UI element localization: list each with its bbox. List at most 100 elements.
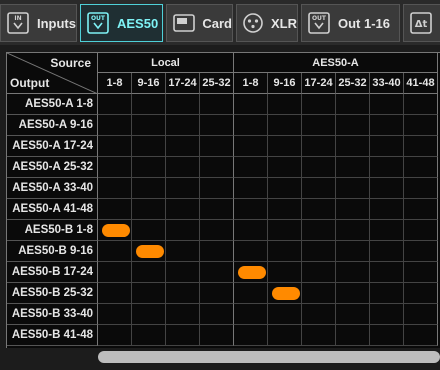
routing-cell[interactable]	[302, 115, 336, 136]
routing-cell[interactable]	[98, 220, 132, 241]
routing-cell[interactable]	[132, 325, 166, 346]
tab-card[interactable]: Card	[166, 4, 233, 42]
routing-cell[interactable]	[200, 325, 234, 346]
routing-cell[interactable]	[166, 136, 200, 157]
routing-cell[interactable]	[336, 178, 370, 199]
routing-cell[interactable]	[268, 178, 302, 199]
routing-cell[interactable]	[234, 325, 268, 346]
tab-aes50[interactable]: OUT AES50	[80, 4, 163, 42]
routing-cell[interactable]	[336, 94, 370, 115]
routing-cell[interactable]	[404, 199, 438, 220]
routing-cell[interactable]	[370, 115, 404, 136]
routing-cell[interactable]	[404, 262, 438, 283]
routing-cell[interactable]	[302, 157, 336, 178]
routing-cell[interactable]	[166, 325, 200, 346]
routing-cell[interactable]	[404, 220, 438, 241]
routing-cell[interactable]	[268, 94, 302, 115]
routing-cell[interactable]	[166, 115, 200, 136]
routing-cell[interactable]	[370, 178, 404, 199]
routing-cell[interactable]	[370, 283, 404, 304]
routing-cell[interactable]	[234, 115, 268, 136]
routing-cell[interactable]	[98, 262, 132, 283]
routing-cell[interactable]	[234, 136, 268, 157]
routing-cell[interactable]	[370, 157, 404, 178]
routing-cell[interactable]	[302, 220, 336, 241]
routing-cell[interactable]	[370, 241, 404, 262]
horizontal-scrollbar[interactable]	[96, 350, 440, 364]
routing-cell[interactable]	[302, 241, 336, 262]
routing-cell[interactable]	[404, 325, 438, 346]
routing-cell[interactable]	[268, 220, 302, 241]
routing-cell[interactable]	[302, 94, 336, 115]
routing-cell[interactable]	[166, 94, 200, 115]
routing-cell[interactable]	[336, 199, 370, 220]
routing-cell[interactable]	[166, 283, 200, 304]
routing-cell[interactable]	[200, 241, 234, 262]
routing-cell[interactable]	[200, 94, 234, 115]
routing-cell[interactable]	[336, 157, 370, 178]
routing-cell[interactable]	[336, 136, 370, 157]
routing-cell[interactable]	[98, 94, 132, 115]
routing-cell[interactable]	[132, 115, 166, 136]
routing-cell[interactable]	[336, 241, 370, 262]
routing-cell[interactable]	[336, 304, 370, 325]
routing-cell[interactable]	[302, 178, 336, 199]
routing-cell[interactable]	[132, 178, 166, 199]
routing-cell[interactable]	[98, 304, 132, 325]
routing-cell[interactable]	[98, 178, 132, 199]
routing-cell[interactable]	[268, 115, 302, 136]
routing-cell[interactable]	[200, 115, 234, 136]
routing-cell[interactable]	[98, 283, 132, 304]
routing-cell[interactable]	[404, 241, 438, 262]
tab-out-1-16[interactable]: OUT Out 1-16	[301, 4, 400, 42]
routing-cell[interactable]	[302, 325, 336, 346]
routing-cell[interactable]	[302, 199, 336, 220]
routing-cell[interactable]	[336, 283, 370, 304]
routing-cell[interactable]	[404, 304, 438, 325]
routing-cell[interactable]	[370, 220, 404, 241]
routing-cell[interactable]	[302, 136, 336, 157]
routing-cell[interactable]	[268, 199, 302, 220]
routing-cell[interactable]	[268, 241, 302, 262]
routing-cell[interactable]	[234, 94, 268, 115]
routing-cell[interactable]	[166, 199, 200, 220]
routing-cell[interactable]	[98, 325, 132, 346]
routing-cell[interactable]	[200, 304, 234, 325]
routing-cell[interactable]	[336, 325, 370, 346]
routing-cell[interactable]	[404, 283, 438, 304]
routing-cell[interactable]	[404, 94, 438, 115]
tab-inputs[interactable]: IN Inputs	[0, 4, 77, 42]
routing-cell[interactable]	[132, 304, 166, 325]
routing-cell[interactable]	[268, 136, 302, 157]
routing-cell[interactable]	[98, 199, 132, 220]
routing-cell[interactable]	[166, 157, 200, 178]
routing-cell[interactable]	[370, 199, 404, 220]
routing-cell[interactable]	[370, 304, 404, 325]
routing-cell[interactable]	[234, 220, 268, 241]
routing-cell[interactable]	[370, 136, 404, 157]
routing-cell[interactable]	[166, 220, 200, 241]
routing-cell[interactable]	[404, 136, 438, 157]
routing-cell[interactable]	[200, 136, 234, 157]
routing-cell[interactable]	[166, 304, 200, 325]
routing-cell[interactable]	[336, 115, 370, 136]
routing-cell[interactable]	[132, 241, 166, 262]
routing-cell[interactable]	[268, 325, 302, 346]
routing-cell[interactable]	[404, 115, 438, 136]
routing-cell[interactable]	[132, 157, 166, 178]
routing-cell[interactable]	[234, 178, 268, 199]
routing-cell[interactable]	[336, 262, 370, 283]
routing-cell[interactable]	[302, 283, 336, 304]
routing-cell[interactable]	[166, 178, 200, 199]
routing-cell[interactable]	[370, 325, 404, 346]
routing-cell[interactable]	[200, 220, 234, 241]
routing-cell[interactable]	[268, 304, 302, 325]
routing-cell[interactable]	[166, 262, 200, 283]
routing-cell[interactable]	[200, 283, 234, 304]
routing-cell[interactable]	[234, 199, 268, 220]
routing-cell[interactable]	[268, 283, 302, 304]
routing-cell[interactable]	[268, 262, 302, 283]
routing-cell[interactable]	[132, 283, 166, 304]
routing-cell[interactable]	[98, 241, 132, 262]
routing-cell[interactable]	[132, 136, 166, 157]
